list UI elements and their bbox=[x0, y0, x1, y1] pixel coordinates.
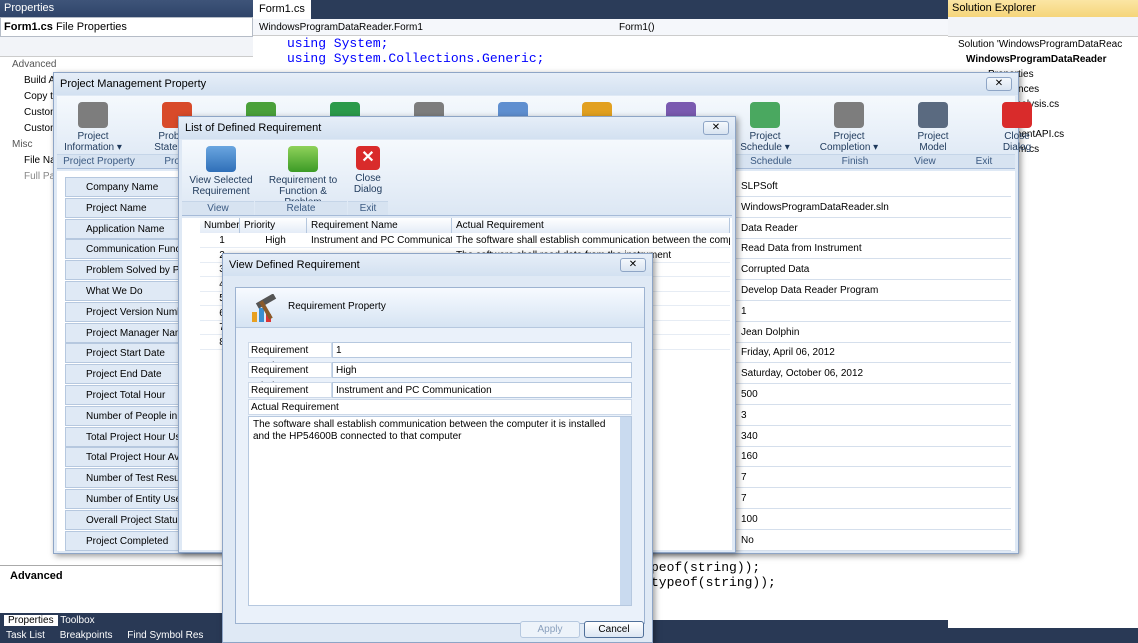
group-view: View bbox=[182, 201, 254, 215]
editor-navbar: WindowsProgramDataReader.Form1 Form1() bbox=[253, 19, 948, 36]
nav-member-dropdown[interactable]: Form1() bbox=[619, 19, 655, 36]
hammer-icon bbox=[248, 293, 282, 324]
pm-ribbon-button[interactable]: Project Information ▾ bbox=[57, 102, 129, 153]
pm-row-label: Problem Solved by Project bbox=[65, 260, 181, 281]
tab-properties[interactable]: Properties bbox=[4, 615, 58, 626]
actual-requirement-textarea[interactable]: The software shall establish communicati… bbox=[248, 416, 632, 606]
actual-requirement-label: Actual Requirement bbox=[248, 399, 632, 415]
vd-title: View Defined Requirement bbox=[223, 254, 652, 276]
project-node[interactable]: WindowsProgramDataReader bbox=[958, 52, 1138, 67]
pm-row-label: Overall Project Status bbox=[65, 509, 181, 530]
group-exit: Exit bbox=[348, 201, 388, 215]
view-selected-requirement-button[interactable]: View Selected Requirement bbox=[188, 146, 254, 197]
ribbon-icon bbox=[750, 102, 780, 128]
column-header[interactable]: Priority bbox=[240, 218, 307, 233]
grid-cell[interactable]: High bbox=[240, 234, 307, 248]
editor-tabstrip: Form1.cs bbox=[253, 0, 948, 19]
view-requirement-dialog: View Defined Requirement ✕ Requirement P… bbox=[222, 253, 653, 643]
req-priority-select[interactable]: High bbox=[332, 362, 632, 378]
close-icon[interactable]: ✕ bbox=[620, 258, 646, 272]
group-relate: Relate bbox=[255, 201, 347, 215]
pm-row-label: Application Name bbox=[65, 218, 181, 239]
code-line: using System; bbox=[287, 36, 389, 51]
req-name-field[interactable]: Instrument and PC Communication bbox=[332, 382, 632, 398]
pm-ribbon-group: View bbox=[897, 154, 953, 168]
pm-row-label: Communication Function bbox=[65, 239, 181, 260]
requirement-to-function-button[interactable]: Requirement toFunction & Problem bbox=[260, 146, 346, 208]
pm-title: Project Management Property bbox=[54, 73, 1018, 95]
properties-bottom-tabs: Properties Toolbox bbox=[0, 613, 253, 628]
code-line: peof(string)); bbox=[651, 560, 761, 575]
pm-row-label: Total Project Hour Available bbox=[65, 447, 181, 468]
tab-toolbox[interactable]: Toolbox bbox=[60, 615, 94, 626]
column-header[interactable]: Actual Requirement bbox=[452, 218, 730, 233]
pm-ribbon-group: Exit bbox=[953, 154, 1015, 168]
solution-title: Solution Explorer bbox=[948, 0, 1138, 17]
pm-row-label: Project Completed bbox=[65, 530, 181, 551]
lr-title: List of Defined Requirement bbox=[179, 117, 735, 139]
pm-row-label: Total Project Hour Usage bbox=[65, 426, 181, 447]
pm-row-label: Number of People in Project bbox=[65, 405, 181, 426]
code-lines-bottom: peof(string)); typeof(string)); bbox=[651, 560, 776, 590]
properties-description: Advanced bbox=[0, 565, 253, 613]
properties-toolbar bbox=[0, 37, 253, 57]
tab-breakpoints[interactable]: Breakpoints bbox=[54, 630, 119, 641]
view-icon bbox=[206, 146, 236, 172]
pm-row-label: Project Version Number bbox=[65, 301, 181, 322]
pm-ribbon-button[interactable]: Project Schedule ▾ bbox=[729, 102, 801, 153]
pm-row-label: Project Start Date bbox=[65, 343, 181, 364]
code-line: using System.Collections.Generic; bbox=[287, 51, 545, 66]
vd-header-label: Requirement Property bbox=[288, 301, 386, 312]
close-icon: ✕ bbox=[356, 146, 380, 170]
solution-toolbar bbox=[948, 17, 1138, 37]
pm-ribbon-group: Finish bbox=[813, 154, 897, 168]
pm-row-label: Company Name bbox=[65, 177, 181, 197]
req-name-label: Requirement Name bbox=[248, 382, 332, 412]
pm-row-label: Project Name bbox=[65, 197, 181, 218]
pm-row-label: What We Do bbox=[65, 281, 181, 301]
pm-ribbon-button[interactable]: Project Model bbox=[897, 102, 969, 153]
close-dialog-button[interactable]: ✕ Close Dialog bbox=[348, 146, 388, 195]
tab-task-list[interactable]: Task List bbox=[0, 630, 51, 641]
relate-icon bbox=[288, 146, 318, 172]
ribbon-icon bbox=[918, 102, 948, 128]
textarea-scrollbar[interactable] bbox=[620, 417, 631, 605]
close-icon[interactable]: ✕ bbox=[703, 121, 729, 135]
close-icon[interactable]: ✕ bbox=[986, 77, 1012, 91]
tab-find-symbol[interactable]: Find Symbol Res bbox=[121, 630, 209, 641]
solution-root[interactable]: Solution 'WindowsProgramDataReac bbox=[958, 37, 1138, 52]
tab-form1[interactable]: Form1.cs bbox=[253, 0, 311, 19]
properties-title: Properties bbox=[0, 0, 253, 17]
ribbon-icon bbox=[834, 102, 864, 128]
grid-cell[interactable]: The software shall establish communicati… bbox=[452, 234, 730, 248]
pm-row-label: Project End Date bbox=[65, 364, 181, 385]
ribbon-icon bbox=[78, 102, 108, 128]
apply-button[interactable]: Apply bbox=[520, 621, 580, 638]
grid-cell[interactable]: Instrument and PC Communication bbox=[307, 234, 452, 248]
pm-row-label: Project Total Hour bbox=[65, 385, 181, 405]
lr-ribbon: View Selected Requirement Requirement to F… bbox=[182, 140, 732, 216]
pm-row-label: Number of Entity Used bbox=[65, 489, 181, 509]
pm-row-label: Project Manager Name bbox=[65, 322, 181, 343]
nav-class-dropdown[interactable]: WindowsProgramDataReader.Form1 bbox=[259, 22, 423, 33]
cancel-button[interactable]: Cancel bbox=[584, 621, 644, 638]
category-advanced[interactable]: Advanced bbox=[12, 57, 253, 73]
vd-header: Requirement Property bbox=[236, 288, 644, 328]
pm-ribbon-group: Schedule bbox=[729, 154, 813, 168]
code-line: typeof(string)); bbox=[651, 575, 776, 590]
req-number-label: Requirement Number bbox=[248, 342, 332, 372]
pm-ribbon-button[interactable]: Project Completion ▾ bbox=[813, 102, 885, 153]
pm-row-label: Number of Test Result bbox=[65, 468, 181, 489]
grid-cell[interactable]: 1 bbox=[200, 234, 240, 248]
req-number-stepper[interactable]: 1 bbox=[332, 342, 632, 358]
column-header[interactable]: Requirement Name bbox=[307, 218, 452, 233]
properties-selector[interactable]: Form1.cs File Properties bbox=[0, 17, 253, 37]
ribbon-icon bbox=[1002, 102, 1032, 128]
column-header[interactable]: Number bbox=[200, 218, 240, 233]
vd-panel: Requirement Property Requirement Number … bbox=[235, 287, 645, 624]
req-priority-label: Requirement Priority bbox=[248, 362, 332, 392]
pm-ribbon-button[interactable]: Close Dialog bbox=[981, 102, 1053, 153]
pm-ribbon-group: Project Property bbox=[57, 154, 141, 168]
code-lines[interactable]: using System; using System.Collections.G… bbox=[253, 36, 948, 66]
